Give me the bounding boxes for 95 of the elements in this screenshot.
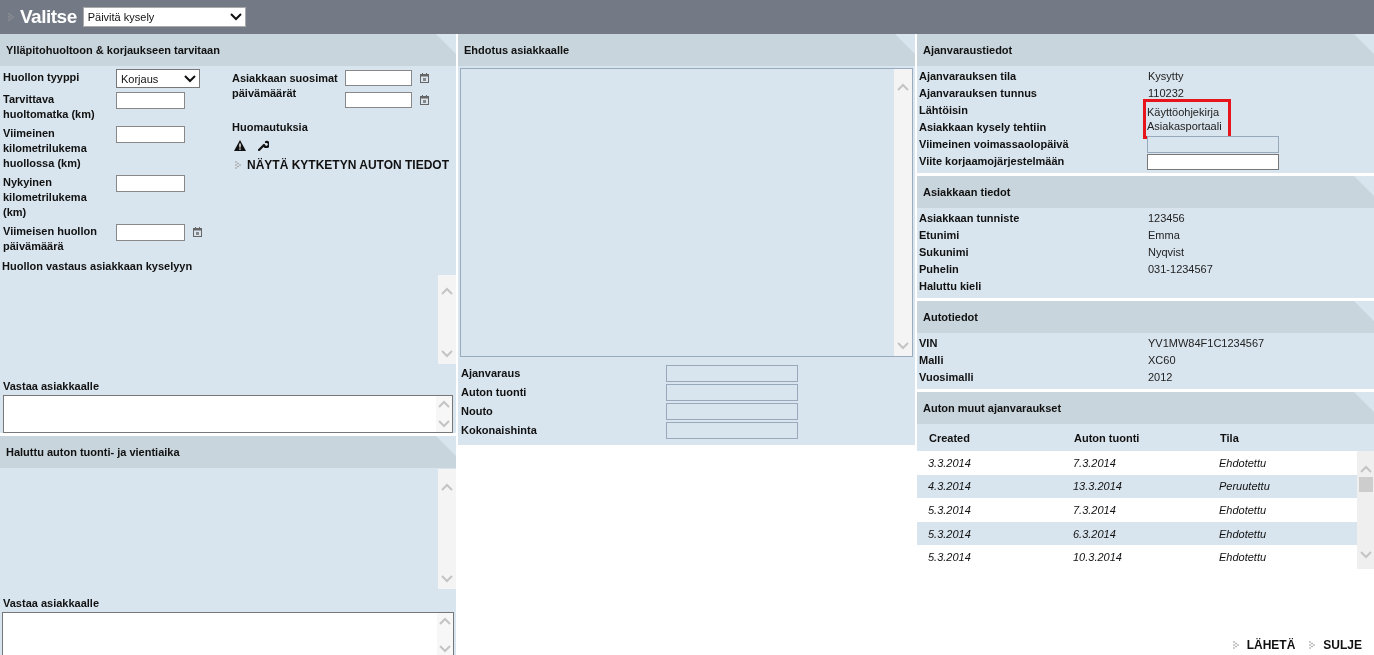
section-label: Huollon vastaus asiakkaan kyselyyn — [2, 260, 193, 272]
caret-icon — [229, 13, 242, 21]
date-field[interactable] — [345, 92, 412, 108]
table-cell-text: 7.3.2014 — [1073, 504, 1117, 516]
field-value: Kysytty — [1147, 69, 1184, 84]
field-value: Nyqvist — [1147, 245, 1185, 260]
table-cell-text: 6.3.2014 — [1073, 527, 1117, 540]
field-label: Asiakkaan kysely tehtiin — [919, 120, 1048, 135]
panel-heading: Autotiedot — [917, 301, 1374, 333]
calendar-icon[interactable] — [193, 227, 202, 237]
table-cell-text: Peruutettu — [1219, 480, 1271, 493]
field-value: YV1MW84F1C1234567 — [1147, 336, 1265, 351]
field-label: Nykyinen kilometrilukema (km) — [3, 175, 88, 220]
field-label: Puhelin — [919, 262, 960, 277]
input-field[interactable] — [116, 92, 185, 109]
field-label: Ajanvarauksen tila — [919, 69, 1018, 84]
input-field[interactable] — [116, 126, 185, 143]
table-cell-text: 5.3.2014 — [928, 527, 972, 540]
page-title: Valitse — [20, 6, 77, 28]
table-cell-text: 4.3.2014 — [928, 480, 972, 493]
field-label: Viimeinen voimassaolopäivä — [919, 137, 1070, 152]
field-label: Huomautuksia — [232, 121, 309, 133]
field-label: Lähtöisin — [919, 103, 969, 118]
field-label: Ajanvarauksen tunnus — [919, 86, 1038, 101]
field-label: Auton tuonti — [461, 385, 528, 400]
table-cell-text: 3.3.2014 — [928, 456, 972, 469]
reply-text-area[interactable] — [2, 612, 454, 655]
field-label: Vastaa asiakkaalle — [3, 597, 100, 609]
field-label: Tarvittava huoltomatka (km) — [3, 92, 96, 122]
calendar-icon[interactable] — [420, 95, 429, 105]
table-cell-text: 5.3.2014 — [928, 551, 972, 564]
field-label: Kokonaishinta — [461, 423, 538, 438]
field-label: Malli — [919, 353, 945, 368]
panel-heading: Haluttu auton tuonti- ja vientiaika — [0, 436, 456, 468]
warning-icon[interactable] — [234, 140, 246, 151]
date-field[interactable] — [345, 70, 412, 86]
field-label: Viimeisen huollon päivämäärä — [3, 224, 98, 254]
table-cell-text: Ehdotettu — [1219, 527, 1268, 540]
reply-text-area[interactable] — [3, 395, 453, 433]
caret-icon — [184, 74, 196, 83]
linked-car-link[interactable]: NÄYTÄ KYTKETYN AUTON TIEDOT — [247, 158, 449, 172]
table-cell-text: Ehdotettu — [1219, 456, 1268, 469]
action-dropdown[interactable]: Päivitä kysely — [82, 7, 246, 27]
scroll-bar[interactable] — [438, 469, 456, 589]
field-label: VIN — [919, 336, 939, 351]
scroll-bar[interactable] — [894, 69, 912, 356]
field-label: Viimeinen kilometrilukema huollossa (km) — [3, 126, 88, 171]
field-label: Vuosimalli — [919, 370, 975, 385]
action-button[interactable]: LÄHETÄ — [1232, 638, 1296, 652]
table-cell-text: 5.3.2014 — [928, 504, 972, 516]
scroll-bar[interactable] — [437, 613, 453, 655]
panel-heading: Ajanvaraustiedot — [917, 34, 1374, 66]
field-value: 031-1234567 — [1147, 262, 1213, 277]
table-cell-text: 10.3.2014 — [1073, 551, 1123, 564]
field-value: 2012 — [1147, 370, 1173, 385]
wrench-icon[interactable] — [258, 140, 269, 151]
field-label: Sukunimi — [919, 245, 970, 260]
column-header: Created — [929, 431, 971, 444]
field-label: Asiakkaan suosimat päivämäärät — [232, 71, 339, 101]
field-value: Emma — [1147, 228, 1180, 243]
input-field[interactable] — [116, 175, 185, 192]
panel-heading: Ylläpitohuoltoon & korjaukseen tarvitaan — [0, 34, 456, 66]
field-label: Nouto — [461, 404, 494, 419]
field-label: Viite korjaamojärjestelmään — [919, 154, 1066, 169]
action-button[interactable]: SULJE — [1309, 638, 1362, 652]
field-label: Asiakkaan tunniste — [919, 211, 1021, 226]
field-value: 123456 — [1147, 211, 1185, 226]
field-value: Käyttöohjekirja — [1143, 99, 1231, 119]
panel-heading: Ehdotus asiakkaalle — [458, 34, 915, 66]
field-label: Vastaa asiakkaalle — [3, 380, 100, 393]
table-cell-text: Ehdotettu — [1219, 504, 1268, 516]
field-label: Ajanvaraus — [461, 366, 522, 381]
column-header: Auton tuonti — [1074, 431, 1141, 444]
field-label: Haluttu kieli — [919, 279, 983, 294]
calendar-icon[interactable] — [420, 73, 429, 83]
table-cell-text: 7.3.2014 — [1073, 456, 1117, 469]
scroll-bar[interactable] — [1357, 451, 1374, 569]
field-value: XC60 — [1147, 353, 1176, 368]
table-cell-text: 13.3.2014 — [1073, 480, 1123, 493]
dotted-arrow-icon — [1309, 640, 1316, 650]
panel-heading: Asiakkaan tiedot — [917, 176, 1374, 208]
dotted-arrow-icon — [235, 160, 241, 170]
column-header: Tila — [1220, 431, 1240, 444]
field-value: 110232 — [1147, 86, 1184, 101]
scroll-bar[interactable] — [436, 396, 452, 432]
field-label: Huollon tyyppi — [3, 70, 81, 85]
scroll-bar[interactable] — [438, 275, 456, 365]
service-type-dropdown[interactable]: Korjaus — [116, 69, 200, 88]
table-cell-text: Ehdotettu — [1219, 551, 1268, 564]
date-field[interactable] — [116, 224, 185, 241]
dotted-arrow-icon — [8, 12, 14, 22]
panel-heading: Auton muut ajanvaraukset — [917, 392, 1374, 424]
input-field[interactable] — [1147, 154, 1279, 170]
field-label: Etunimi — [919, 228, 961, 243]
dotted-arrow-icon — [1232, 640, 1239, 650]
